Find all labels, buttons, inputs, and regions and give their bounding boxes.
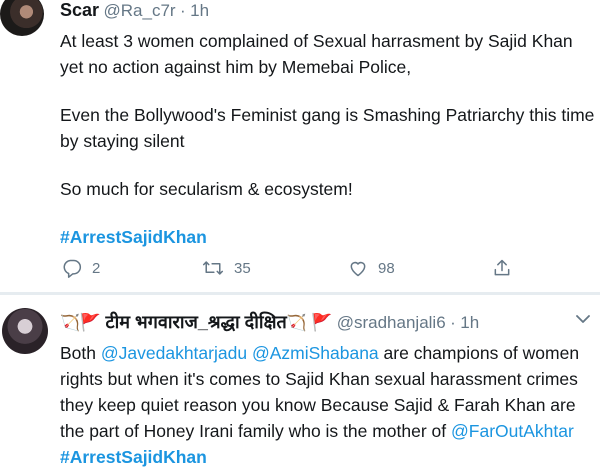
tweet-paragraph: Both @Javedakhtarjadu @AzmiShabana are c… <box>60 340 600 444</box>
red-flag-icon: 🚩 <box>79 313 102 332</box>
timestamp[interactable]: 1h <box>460 313 479 332</box>
tweet-header: Scar @Ra_c7r · 1h <box>60 0 209 21</box>
tweet-card[interactable]: Scar @Ra_c7r · 1h At least 3 women compl… <box>0 0 600 292</box>
share-icon <box>492 258 512 278</box>
reply-icon <box>62 258 82 278</box>
tweet-paragraph: So much for secularism & ecosystem! <box>60 179 353 199</box>
more-options-button[interactable] <box>576 314 590 324</box>
tweet-divider <box>0 292 600 295</box>
mention-link[interactable]: @Javedakhtarjadu <box>101 343 247 363</box>
timestamp[interactable]: 1h <box>190 1 209 20</box>
tweet-header: 🏹🚩 टीम भगवाराज_श्रद्धा दीक्षित🏹 🚩 @sradh… <box>60 310 479 334</box>
reply-button[interactable]: 2 <box>62 258 100 278</box>
chevron-down-icon <box>576 314 590 324</box>
mention-link[interactable]: @AzmiShabana <box>252 343 379 363</box>
handle[interactable]: @Ra_c7r <box>104 1 176 20</box>
separator: · <box>180 1 186 20</box>
mention-link[interactable]: @FarOutAkhtar <box>451 421 574 441</box>
retweet-button[interactable]: 35 <box>202 258 251 278</box>
reply-count: 2 <box>92 259 101 277</box>
like-count: 98 <box>378 259 395 277</box>
tweet-paragraph: At least 3 women complained of Sexual ha… <box>60 31 573 77</box>
retweet-icon <box>202 258 224 278</box>
avatar[interactable] <box>0 0 44 36</box>
avatar[interactable] <box>2 308 48 354</box>
hashtag-link[interactable]: #ArrestSajidKhan <box>60 444 600 470</box>
display-name[interactable]: टीम भगवाराज_श्रद्धा दीक्षित <box>106 312 287 332</box>
red-flag-icon: 🚩 <box>311 313 333 332</box>
tweet-text-segment: Both <box>60 343 101 363</box>
display-name[interactable]: Scar <box>60 0 99 20</box>
tweet-text: At least 3 women complained of Sexual ha… <box>60 28 600 250</box>
bow-and-arrow-icon: 🏹 <box>60 315 80 332</box>
like-button[interactable]: 98 <box>348 258 395 278</box>
tweet-text: Both @Javedakhtarjadu @AzmiShabana are c… <box>60 340 600 470</box>
separator: · <box>450 313 456 332</box>
bow-and-arrow-icon: 🏹 <box>286 315 307 332</box>
handle[interactable]: @sradhanjali6 <box>337 313 446 332</box>
hashtag-link[interactable]: #ArrestSajidKhan <box>60 224 600 250</box>
share-button[interactable] <box>492 258 512 278</box>
retweet-count: 35 <box>234 259 251 277</box>
tweet-paragraph: Even the Bollywood's Feminist gang is Sm… <box>60 105 595 151</box>
heart-icon <box>348 258 368 278</box>
tweet-actions: 2 35 98 <box>60 258 530 288</box>
